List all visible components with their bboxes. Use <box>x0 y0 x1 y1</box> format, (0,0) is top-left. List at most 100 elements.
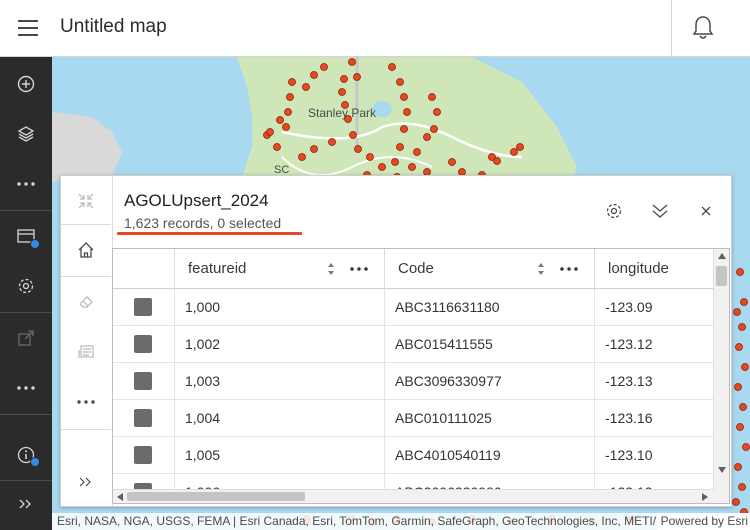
table-row[interactable]: 1,003 ABC3096330977 -123.13 <box>113 363 715 400</box>
cell-code: ABC3096330977 <box>385 363 595 399</box>
cell-code: ABC010111025 <box>385 400 595 436</box>
column-label: Code <box>398 260 434 277</box>
select-cell <box>113 400 175 436</box>
cell-code: ABC3116631180 <box>385 289 595 325</box>
collapse-panel-button[interactable] <box>61 184 111 218</box>
gear-icon <box>18 278 34 294</box>
ellipsis-icon <box>17 386 35 390</box>
list-filter-icon <box>78 345 94 358</box>
column-header-code[interactable]: Code <box>385 249 595 289</box>
cell-code: ABC4010540119 <box>385 437 595 473</box>
table-row[interactable]: 1,002 ABC015411555 -123.12 <box>113 326 715 363</box>
scroll-right-icon[interactable] <box>702 493 708 501</box>
share-button[interactable] <box>0 318 52 358</box>
sort-icon[interactable] <box>537 262 545 276</box>
attribute-table-panel: AGOLUpsert_2024 1,623 records, 0 selecte… <box>60 175 732 507</box>
more-options-button[interactable] <box>61 384 111 420</box>
powered-by-link[interactable]: Powered by Esri <box>656 513 750 530</box>
attribute-grid[interactable]: featureid Code longitude 1,000 ABC311663… <box>112 248 730 504</box>
settings-button[interactable] <box>0 266 52 306</box>
cell-longitude: -123.09 <box>605 299 653 315</box>
scroll-left-icon[interactable] <box>117 493 123 501</box>
share-icon <box>18 330 34 346</box>
vertical-scrollbar[interactable] <box>713 249 729 503</box>
row-checkbox[interactable] <box>134 372 152 390</box>
side-divider <box>61 224 111 225</box>
layer-name: AGOLUpsert_2024 <box>124 191 269 210</box>
select-cell <box>113 363 175 399</box>
gear-icon <box>606 203 622 219</box>
select-column-header <box>113 249 175 289</box>
annotation-underline <box>117 232 302 235</box>
select-cell <box>113 289 175 325</box>
record-count: 1,623 records, 0 selected <box>124 215 282 231</box>
map-title[interactable]: Untitled map <box>60 16 167 38</box>
ellipsis-icon[interactable] <box>350 267 368 271</box>
double-chevron-right-icon <box>79 477 91 487</box>
more-actions-button[interactable] <box>0 368 52 408</box>
side-divider <box>61 276 111 277</box>
add-button[interactable] <box>0 64 52 104</box>
sort-icon[interactable] <box>327 262 335 276</box>
info-badge <box>30 457 40 467</box>
clear-selection-button[interactable] <box>61 284 111 320</box>
horizontal-scrollbar[interactable] <box>113 489 715 503</box>
cell-longitude: -123.12 <box>605 336 653 352</box>
double-chevron-down-icon <box>652 204 668 218</box>
toolbar-divider <box>0 312 52 313</box>
select-cell <box>113 326 175 362</box>
scroll-down-icon[interactable] <box>718 467 726 473</box>
collapse-table-button[interactable] <box>647 198 673 224</box>
table-settings-button[interactable] <box>601 198 627 224</box>
column-label: featureid <box>188 260 247 277</box>
row-checkbox[interactable] <box>134 446 152 464</box>
row-checkbox[interactable] <box>134 335 152 353</box>
toolbar-divider <box>0 210 52 211</box>
cell-featureid: 1,003 <box>175 363 385 399</box>
select-cell <box>113 437 175 473</box>
ellipsis-icon <box>17 182 35 186</box>
close-icon <box>701 206 711 216</box>
vertical-scroll-thumb[interactable] <box>716 266 727 286</box>
cell-featureid: 1,004 <box>175 400 385 436</box>
column-label: longitude <box>608 260 669 277</box>
cell-code: ABC015411555 <box>385 326 595 362</box>
menu-icon[interactable] <box>18 18 40 38</box>
show-selected-button[interactable] <box>61 334 111 370</box>
notifications-button[interactable] <box>671 0 750 56</box>
toolbar-divider <box>0 480 52 481</box>
eraser-icon <box>79 296 93 308</box>
more-tools-button[interactable] <box>0 164 52 204</box>
info-button[interactable] <box>0 435 52 475</box>
horizontal-scroll-thumb[interactable] <box>127 492 305 501</box>
table-row[interactable]: 1,005 ABC4010540119 -123.10 <box>113 437 715 474</box>
plus-circle-icon <box>17 75 35 93</box>
zoom-home-button[interactable] <box>61 232 111 268</box>
minimize-icon <box>78 193 94 209</box>
row-checkbox[interactable] <box>134 409 152 427</box>
column-header-featureid[interactable]: featureid <box>175 249 385 289</box>
left-toolbar <box>0 57 52 530</box>
table-row[interactable]: 1,004 ABC010111025 -123.16 <box>113 400 715 437</box>
expand-toolbar-button[interactable] <box>0 484 52 524</box>
expand-side-button[interactable] <box>61 464 111 500</box>
cell-longitude: -123.16 <box>605 410 653 426</box>
layers-button[interactable] <box>0 114 52 154</box>
column-header-longitude[interactable]: longitude <box>595 249 715 289</box>
close-table-button[interactable] <box>693 198 719 224</box>
table-button[interactable] <box>0 216 52 256</box>
table-row[interactable]: 1,000 ABC3116631180 -123.09 <box>113 289 715 326</box>
table-side-toolbar <box>61 176 113 506</box>
map-attribution: Esri, NASA, NGA, USGS, FEMA | Esri Canad… <box>52 513 750 530</box>
side-divider <box>61 429 111 430</box>
cell-featureid: 1,000 <box>175 289 385 325</box>
scroll-up-icon[interactable] <box>718 253 726 259</box>
home-icon <box>78 242 94 258</box>
ellipsis-icon[interactable] <box>560 267 578 271</box>
attribution-text: Esri, NASA, NGA, USGS, FEMA | Esri Canad… <box>57 514 730 528</box>
top-header: Untitled map <box>0 0 750 57</box>
toolbar-divider <box>0 414 52 415</box>
cell-featureid: 1,005 <box>175 437 385 473</box>
row-checkbox[interactable] <box>134 298 152 316</box>
cell-longitude: -123.13 <box>605 373 653 389</box>
